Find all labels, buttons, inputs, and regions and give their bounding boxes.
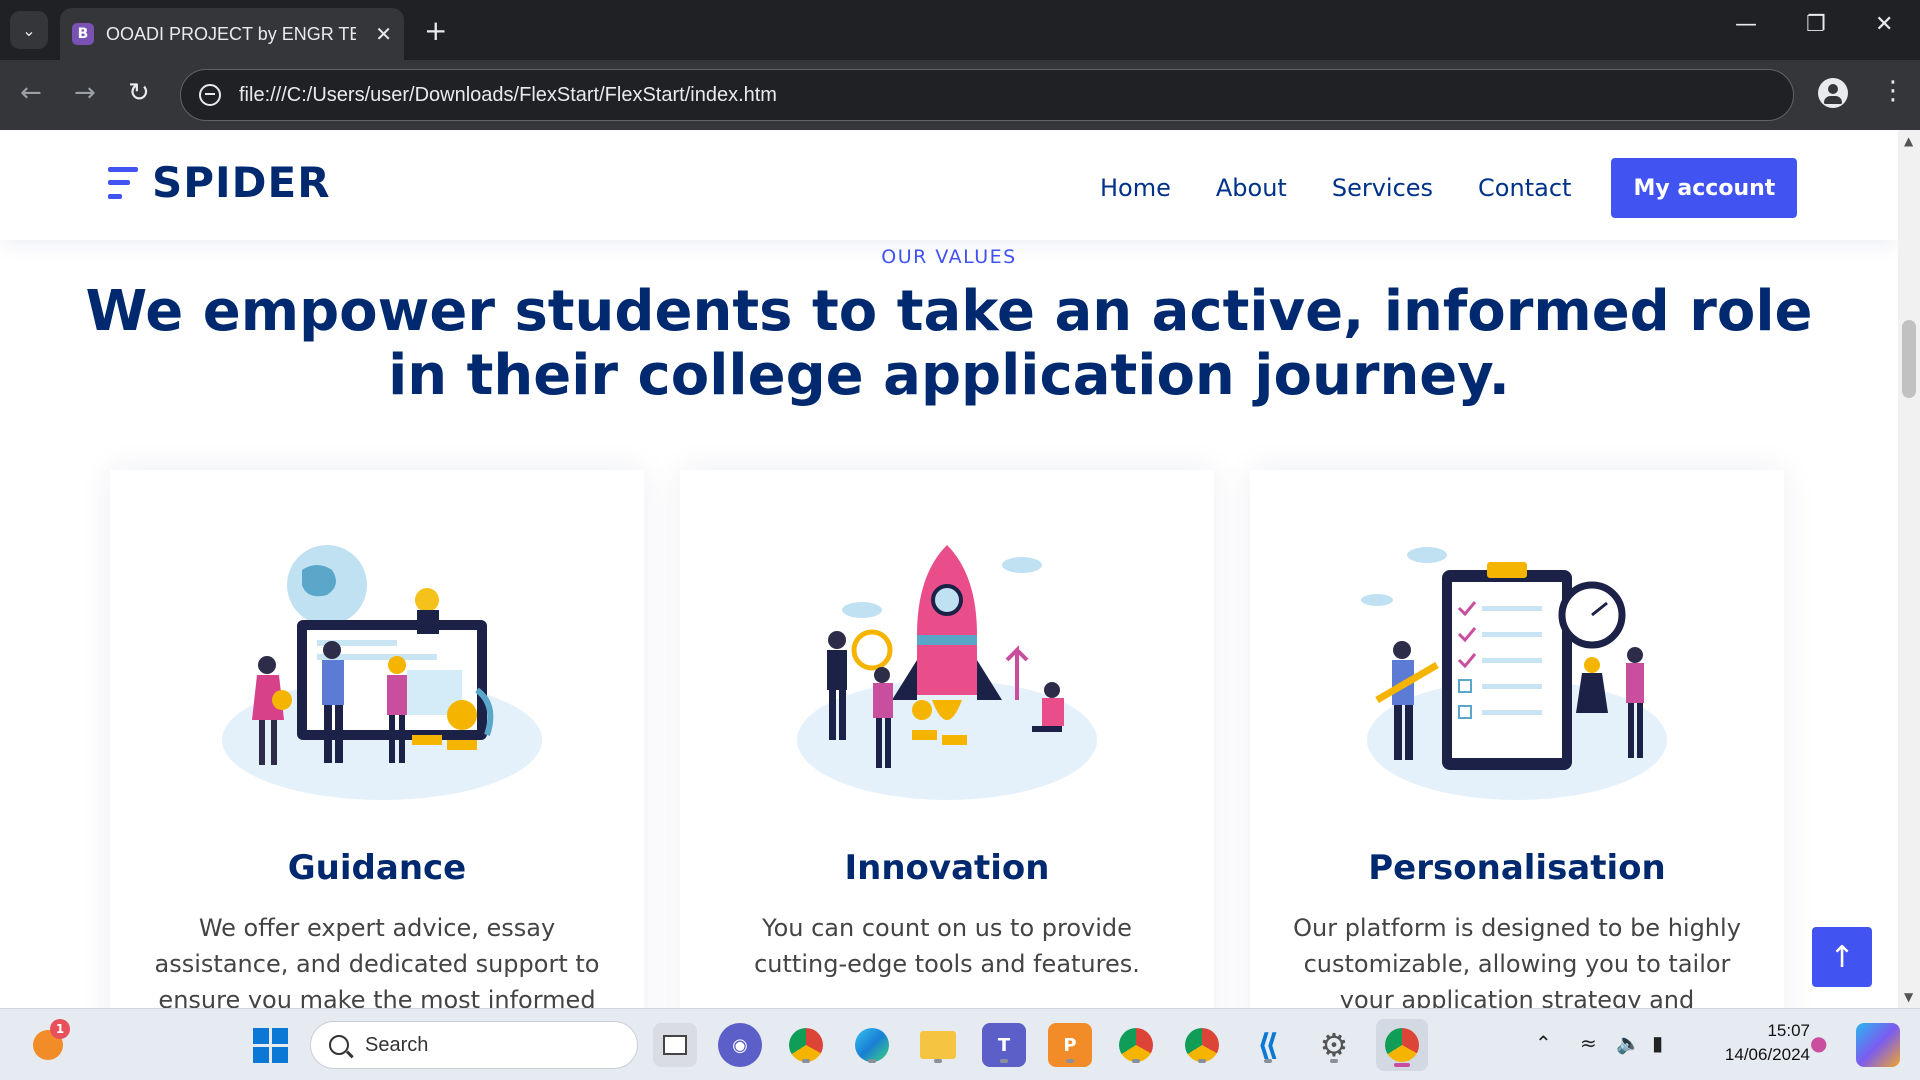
search-icon [329, 1035, 349, 1055]
nav-services[interactable]: Services [1332, 174, 1433, 202]
copilot-icon[interactable] [1856, 1023, 1900, 1067]
bootstrap-favicon-icon: B [72, 23, 94, 45]
chrome-k-profile-icon[interactable] [784, 1023, 828, 1067]
reload-icon[interactable]: ↻ [128, 78, 150, 108]
page-scrollbar[interactable]: ▲ ▼ [1898, 130, 1920, 1008]
arrow-up-icon: ↑ [1829, 939, 1855, 975]
show-hidden-icons-chevron-icon[interactable]: ⌃ [1535, 1031, 1552, 1055]
wifi-icon[interactable]: ≈ [1580, 1031, 1597, 1055]
nav-home[interactable]: Home [1100, 174, 1171, 202]
close-window-icon[interactable]: ✕ [1875, 12, 1893, 37]
browser-tab[interactable]: B OOADI PROJECT by ENGR TEKO ✕ [60, 8, 404, 60]
card-text: You can count on us to provide cutting-e… [754, 914, 1140, 978]
web-page: SPIDER Home About Services Contact My ac… [0, 130, 1898, 1008]
search-placeholder: Search [365, 1033, 429, 1056]
card-title: Personalisation [1368, 848, 1666, 888]
card-text: We offer expert advice, essay assistance… [154, 914, 600, 1008]
my-account-button[interactable]: My account [1611, 158, 1798, 218]
windows-start-icon[interactable] [248, 1023, 292, 1067]
guidance-illustration [222, 545, 542, 800]
scroll-down-arrow-icon[interactable]: ▼ [1904, 990, 1913, 1004]
values-headline: We empower students to take an active, i… [85, 279, 1813, 408]
volume-icon[interactable]: 🔈 [1616, 1031, 1641, 1055]
innovation-illustration [797, 545, 1097, 800]
card-title: Guidance [287, 848, 467, 888]
meet-chat-icon[interactable]: ◉ [718, 1023, 762, 1067]
system-clock[interactable]: 15:07 14/06/2024 [1690, 1019, 1810, 1067]
edge-icon[interactable] [850, 1023, 894, 1067]
tab-search-button[interactable]: ⌄ [10, 11, 48, 49]
back-arrow-icon[interactable]: ← [20, 78, 42, 108]
logo-mark-icon [108, 163, 138, 203]
section-label: OUR VALUES [881, 246, 1017, 268]
nav-contact[interactable]: Contact [1478, 174, 1571, 202]
clock-time: 15:07 [1767, 1021, 1810, 1040]
settings-gear-icon[interactable]: ⚙ [1312, 1023, 1356, 1067]
notification-badge: 1 [50, 1019, 70, 1039]
site-info-icon[interactable] [199, 84, 221, 106]
battery-icon[interactable]: ▮ [1652, 1031, 1663, 1055]
value-card-innovation: Innovation You can count on us to provid… [680, 470, 1214, 1008]
minimize-icon[interactable]: — [1735, 12, 1757, 37]
vscode-icon[interactable]: ⟪ [1246, 1023, 1290, 1067]
chrome-m-profile-icon[interactable] [1180, 1023, 1224, 1067]
back-to-top-button[interactable]: ↑ [1812, 927, 1872, 987]
taskbar-search-box[interactable]: Search [310, 1021, 638, 1069]
value-card-personalisation: Personalisation Our platform is designed… [1250, 470, 1784, 1008]
logo-text: SPIDER [152, 158, 331, 207]
restore-icon[interactable]: ❐ [1806, 12, 1826, 37]
card-title: Innovation [844, 848, 1050, 888]
value-card-guidance: Guidance We offer expert advice, essay a… [110, 470, 644, 1008]
browser-toolbar: ← → ↻ file:///C:/Users/user/Downloads/Fl… [0, 60, 1920, 130]
file-explorer-icon[interactable] [916, 1023, 960, 1067]
personalisation-illustration [1361, 547, 1667, 800]
profile-avatar-icon[interactable] [1818, 78, 1848, 108]
close-tab-icon[interactable]: ✕ [375, 22, 392, 46]
forward-arrow-icon[interactable]: → [74, 78, 96, 108]
new-tab-plus-icon[interactable]: + [424, 14, 447, 47]
chrome-active-icon[interactable] [1376, 1019, 1428, 1071]
pdf-reader-icon[interactable]: P [1048, 1023, 1092, 1067]
scroll-up-arrow-icon[interactable]: ▲ [1904, 134, 1913, 148]
browser-tab-bar: ⌄ B OOADI PROJECT by ENGR TEKO ✕ + — ❐ ✕ [0, 0, 1920, 60]
main-nav: Home About Services Contact My account [1100, 158, 1798, 218]
clock-date: 14/06/2024 [1724, 1045, 1810, 1064]
tab-title: OOADI PROJECT by ENGR TEKO [106, 23, 356, 44]
scrollbar-thumb[interactable] [1902, 320, 1916, 398]
weather-widget-icon[interactable]: 1 [26, 1019, 70, 1067]
kebab-menu-icon[interactable]: ⋮ [1880, 76, 1906, 106]
nav-about[interactable]: About [1216, 174, 1287, 202]
card-text: Our platform is designed to be highly cu… [1293, 914, 1741, 1008]
chrome-profile-2-icon[interactable] [1114, 1023, 1158, 1067]
task-view-icon[interactable] [653, 1023, 697, 1067]
site-logo[interactable]: SPIDER [108, 158, 331, 207]
teams-icon[interactable]: T [982, 1023, 1026, 1067]
site-header: SPIDER Home About Services Contact My ac… [0, 130, 1898, 240]
url-text[interactable]: file:///C:/Users/user/Downloads/FlexStar… [239, 84, 777, 107]
address-bar[interactable]: file:///C:/Users/user/Downloads/FlexStar… [180, 69, 1794, 121]
chevron-down-icon: ⌄ [22, 20, 36, 40]
notification-bell-icon[interactable]: ● [1810, 1031, 1827, 1055]
windows-taskbar: 1 Search ◉ T P ⟪ ⚙ ⌃ ≈ 🔈 ▮ 15:07 14/06/2… [0, 1008, 1920, 1080]
